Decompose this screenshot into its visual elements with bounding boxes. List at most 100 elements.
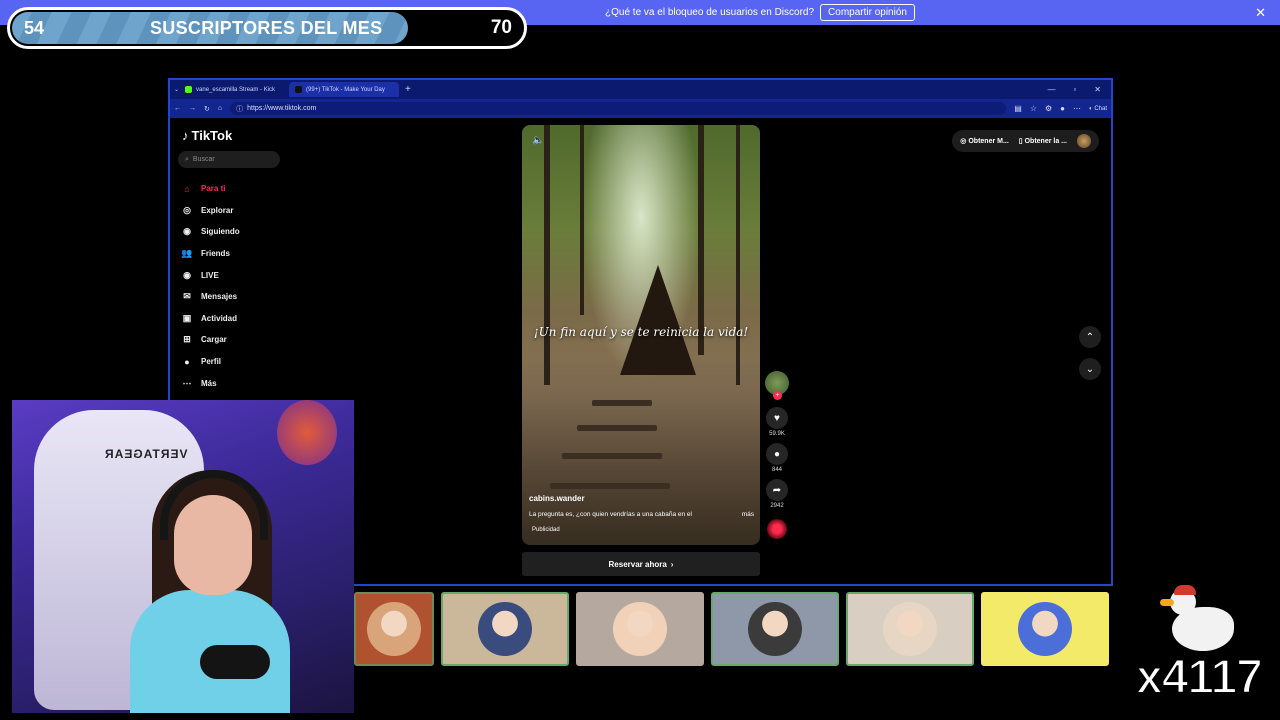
sidebar-item-explorar[interactable]: ◎ Explorar <box>181 200 240 222</box>
copilot-chat-button[interactable]: ◐ Chat <box>1089 106 1107 112</box>
subscriber-goal-target: 70 <box>490 17 512 38</box>
tree-trunk <box>580 125 584 315</box>
comment-button[interactable]: ● <box>766 443 788 465</box>
search-input[interactable]: ⌕ Buscar <box>178 151 280 168</box>
duck-mascot-icon <box>1160 585 1240 655</box>
ad-label: Publicidad <box>532 527 560 533</box>
minimize-icon[interactable]: — <box>1047 85 1055 94</box>
avatar <box>748 602 802 656</box>
search-icon: ⌕ <box>185 155 189 163</box>
sidebar-item-label: LIVE <box>201 270 219 280</box>
get-app-label: Obtener M... <box>968 138 1009 145</box>
favorite-icon[interactable]: ☆ <box>1030 104 1037 113</box>
get-app-button-2[interactable]: ▯ Obtener la ... <box>1019 137 1067 145</box>
subscriber-goal-current: 54 <box>24 18 45 38</box>
maximize-icon[interactable]: ▫ <box>1073 85 1076 94</box>
decorative-mask <box>277 400 337 465</box>
get-app-bar: ◎ Obtener M... ▯ Obtener la ... <box>952 130 1099 152</box>
browser-tab-label: vane_escamilla Stream - Kick <box>196 86 276 93</box>
site-info-icon[interactable]: ⓘ <box>236 104 243 114</box>
sidebar-item-label: Más <box>201 378 217 388</box>
get-app-label: Obtener la ... <box>1024 138 1067 145</box>
streamer-webcam: VERTAGEAR <box>12 400 354 713</box>
tree-trunk <box>544 125 550 385</box>
video-description-text: La pregunta es, ¿con quien vendrías a un… <box>529 511 692 518</box>
browser-tab-label: (99+) TikTok - Make Your Day <box>306 86 385 93</box>
sidebar-item-más[interactable]: ⋯ Más <box>181 372 240 394</box>
close-icon[interactable]: ✕ <box>1255 5 1266 21</box>
reader-icon[interactable]: ▤ <box>1014 104 1022 113</box>
url-field[interactable]: ⓘ https://www.tiktok.com <box>230 102 1007 115</box>
video-description: La pregunta es, ¿con quien vendrías a un… <box>529 511 754 518</box>
menu-icon[interactable]: ⋯ <box>1073 104 1081 113</box>
friends-icon: 👥 <box>181 248 193 259</box>
extensions-icon[interactable]: ⚙ <box>1045 104 1052 113</box>
chair-logo: VERTAGEAR <box>104 447 188 461</box>
following-icon: ◉ <box>183 226 191 237</box>
kick-favicon-icon <box>185 86 193 93</box>
tiktok-logo[interactable]: ♪ TikTok <box>182 128 232 143</box>
reserve-now-label: Reservar ahora <box>608 559 667 569</box>
reserve-now-button[interactable]: Reservar ahora › <box>522 552 760 576</box>
video-player[interactable]: 🔈 ¡Un fin aquí y se te reinicia la vida!… <box>522 125 760 545</box>
chevron-up-icon: ⌃ <box>1085 331 1095 343</box>
sidebar-item-para-ti[interactable]: ⌂ Para ti <box>181 178 240 200</box>
stair-step <box>577 425 657 431</box>
tiktok-note-icon: ♪ <box>182 128 189 143</box>
creator-avatar[interactable]: + <box>765 371 789 400</box>
more-link[interactable]: más <box>742 511 754 518</box>
back-icon[interactable]: ← <box>174 105 181 112</box>
sidebar-item-cargar[interactable]: ⊞ Cargar <box>181 329 240 351</box>
sidebar-item-label: Para ti <box>201 184 226 194</box>
share-opinion-button[interactable]: Compartir opinión <box>820 4 915 21</box>
forward-icon[interactable]: → <box>189 105 196 112</box>
profile-icon: ● <box>184 356 190 367</box>
microphone <box>200 645 270 679</box>
sidebar-item-perfil[interactable]: ● Perfil <box>181 351 240 373</box>
stair-step <box>562 453 662 459</box>
duck-cap <box>1174 585 1196 595</box>
share-button[interactable]: ➦ <box>766 479 788 501</box>
previous-video-button[interactable]: ⌃ <box>1079 326 1101 348</box>
sidebar-item-live[interactable]: ◉ LIVE <box>181 264 240 286</box>
home-button-icon[interactable]: ⌂ <box>218 105 222 112</box>
get-app-button-1[interactable]: ◎ Obtener M... <box>960 137 1009 145</box>
music-disc-icon[interactable] <box>767 519 787 539</box>
tile-avatar-3 <box>576 592 704 666</box>
browser-tab-tiktok[interactable]: (99+) TikTok - Make Your Day <box>289 82 400 97</box>
sidebar-item-mensajes[interactable]: ✉ Mensajes <box>181 286 240 308</box>
sidebar-item-label: Mensajes <box>201 292 238 302</box>
address-bar: ← → ↻ ⌂ ⓘ https://www.tiktok.com ▤ ☆ ⚙ ●… <box>170 99 1111 118</box>
next-video-button[interactable]: ⌄ <box>1079 358 1101 380</box>
profile-avatar-icon[interactable]: ● <box>1060 104 1065 113</box>
sidebar-item-actividad[interactable]: ▣ Actividad <box>181 308 240 330</box>
follow-plus-icon[interactable]: + <box>773 391 782 400</box>
like-button[interactable]: ♥ <box>766 407 788 429</box>
comment-icon: ● <box>773 448 781 460</box>
share-icon: ➦ <box>772 484 782 496</box>
video-actions: + ♥ 59.9K ● 844 ➦ 2942 <box>764 371 790 539</box>
stream-overlay: ¿Qué te va el bloqueo de usuarios en Dis… <box>0 0 1280 720</box>
sidebar-item-label: Explorar <box>201 205 234 215</box>
sidebar-item-friends[interactable]: 👥 Friends <box>181 243 240 265</box>
video-author[interactable]: cabins.wander <box>529 494 585 503</box>
sidebar-nav: ⌂ Para ti ◎ Explorar ◉ Siguiendo 👥 Friends ◉ LIVE… <box>181 178 240 394</box>
stair-step <box>592 400 652 406</box>
volume-icon[interactable]: 🔈 <box>532 135 544 146</box>
reload-icon[interactable]: ↻ <box>204 105 210 113</box>
tree-trunk <box>698 125 704 355</box>
browser-tab-kick[interactable]: vane_escamilla Stream - Kick <box>179 82 289 97</box>
new-tab-icon[interactable]: + <box>405 84 411 95</box>
chevron-down-icon: ⌄ <box>1085 363 1095 375</box>
window-controls: — ▫ ✕ <box>1047 85 1111 94</box>
activity-icon: ▣ <box>182 312 192 323</box>
home-icon: ⌂ <box>184 183 190 194</box>
sidebar-item-label: Siguiendo <box>201 227 240 237</box>
live-icon: ◉ <box>183 269 191 280</box>
user-avatar[interactable] <box>1077 134 1091 148</box>
window-close-icon[interactable]: ✕ <box>1094 85 1101 94</box>
heart-icon: ♥ <box>774 412 780 424</box>
sidebar-item-siguiendo[interactable]: ◉ Siguiendo <box>181 221 240 243</box>
address-bar-actions: ▤ ☆ ⚙ ● ⋯ ◐ Chat <box>1014 104 1107 113</box>
url-text: https://www.tiktok.com <box>247 105 317 112</box>
